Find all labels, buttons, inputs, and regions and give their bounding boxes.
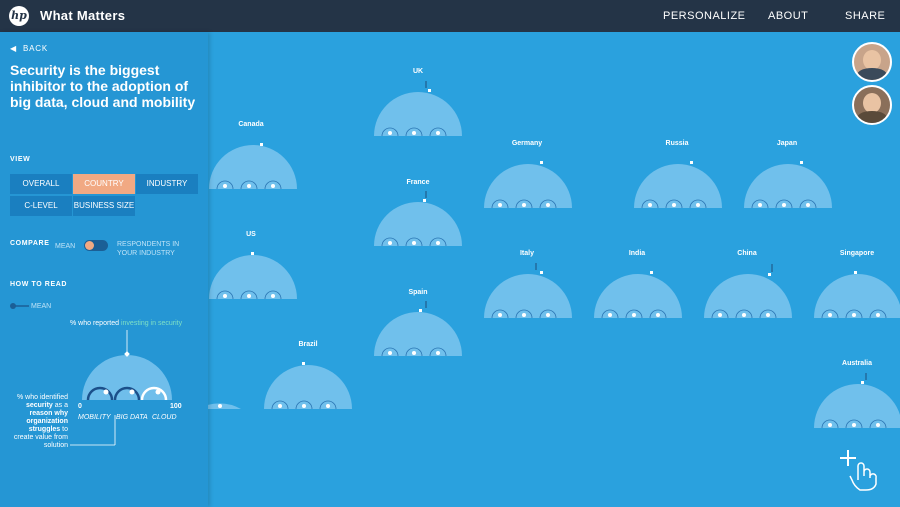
side-note-bold1: security <box>25 402 53 409</box>
compare-industry-label: RESPONDENTS IN YOUR INDUSTRY <box>117 241 180 257</box>
view-industry-button[interactable]: INDUSTRY <box>136 174 198 194</box>
view-label: VIEW <box>10 156 31 163</box>
legend-top-note: % who reported investing in security <box>70 320 182 328</box>
dome-uk[interactable] <box>373 81 463 137</box>
top-bar: hp What Matters PERSONALIZE ABOUT SHARE <box>0 0 900 32</box>
dome-spain[interactable] <box>373 301 463 357</box>
dome-partial <box>208 403 241 409</box>
country-label-india: India <box>628 250 646 257</box>
view-business-size-button[interactable]: BUSINESS SIZE <box>73 196 135 216</box>
plus-hand-icon[interactable] <box>836 448 882 492</box>
headline: Security is the biggest inhibitor to the… <box>10 62 196 110</box>
avatar[interactable] <box>852 85 892 125</box>
axis-min: 0 <box>78 403 82 410</box>
axis-max: 100 <box>170 403 182 410</box>
back-chevron-icon: ◀ <box>10 44 17 53</box>
side-note: % who identified security as a reason wh… <box>8 394 68 450</box>
dome-germany[interactable] <box>483 153 573 209</box>
country-label-us: US <box>246 231 256 238</box>
how-to-read-diagram <box>70 330 172 446</box>
mean-legend-label: MEAN <box>31 303 52 310</box>
compare-label: COMPARE <box>10 240 50 247</box>
app-title: What Matters <box>40 8 126 23</box>
dome-australia[interactable] <box>813 373 900 429</box>
dome-france[interactable] <box>373 191 463 247</box>
category-cloud: CLOUD <box>152 414 177 421</box>
how-to-read-label: HOW TO READ <box>10 281 68 288</box>
category-mobility: MOBILITY <box>78 414 111 421</box>
dome-italy[interactable] <box>483 263 573 319</box>
compare-mean-label: MEAN <box>55 243 76 250</box>
country-label-uk: UK <box>412 68 424 75</box>
sidebar: ◀ BACK Security is the biggest inhibitor… <box>0 32 208 507</box>
nav-share[interactable]: SHARE <box>845 10 885 22</box>
side-note-line1: % who identified <box>17 394 68 401</box>
country-label-spain: Spain <box>408 289 428 296</box>
view-overall-button[interactable]: OVERALL <box>10 174 72 194</box>
compare-toggle[interactable] <box>84 240 108 251</box>
nav-about[interactable]: ABOUT <box>768 10 808 22</box>
dome-brazil[interactable] <box>263 354 353 410</box>
dome-india[interactable] <box>593 263 683 319</box>
nav-personalize[interactable]: PERSONALIZE <box>663 10 746 22</box>
country-label-canada: Canada <box>238 121 264 128</box>
dome-us[interactable] <box>208 244 298 300</box>
legend-top-highlight: investing in security <box>120 320 183 327</box>
side-note-line2: as a <box>52 402 68 409</box>
dome-canada[interactable] <box>208 134 298 190</box>
country-label-france: France <box>406 179 430 186</box>
dome-russia[interactable] <box>633 153 723 209</box>
back-link[interactable]: ◀ BACK <box>10 44 48 53</box>
dome-china[interactable] <box>703 263 793 319</box>
country-label-singapore: Singapore <box>839 250 875 257</box>
country-label-italy: Italy <box>519 250 534 257</box>
country-label-japan: Japan <box>776 140 798 147</box>
country-label-russia: Russia <box>665 140 689 147</box>
legend-top-prefix: % who reported <box>70 320 121 327</box>
category-big-data: BIG DATA <box>116 414 148 421</box>
country-label-china: China <box>737 250 757 257</box>
hp-logo[interactable]: hp <box>9 6 29 26</box>
avatar[interactable] <box>852 42 892 82</box>
mean-legend-icon <box>10 303 29 309</box>
dome-japan[interactable] <box>743 153 833 209</box>
country-label-brazil: Brazil <box>298 341 318 348</box>
view-country-button[interactable]: COUNTRY <box>73 174 135 194</box>
dome-singapore[interactable] <box>813 263 900 319</box>
back-label: BACK <box>22 44 48 53</box>
country-label-germany: Germany <box>511 140 543 147</box>
country-label-australia: Australia <box>842 360 872 367</box>
view-c-level-button[interactable]: C-LEVEL <box>10 196 72 216</box>
